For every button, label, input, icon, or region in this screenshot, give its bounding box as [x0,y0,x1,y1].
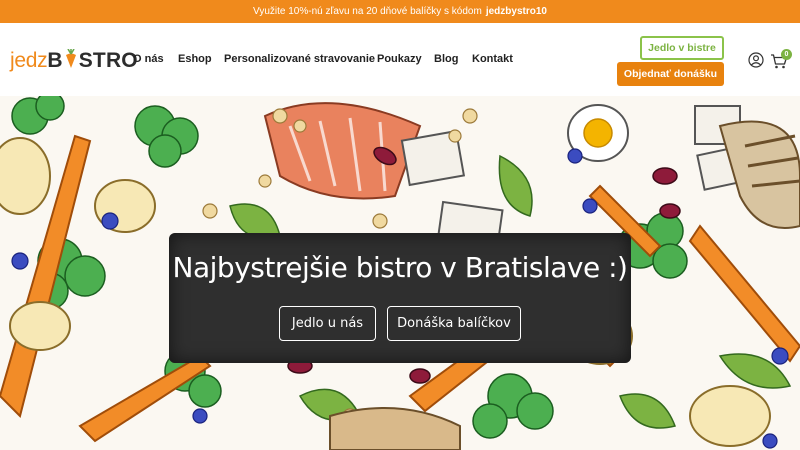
nav-item-blog[interactable]: Blog [434,53,458,65]
bistro-button[interactable]: Jedlo v bistre [640,36,724,60]
hero-section: Najbystrejšie bistro v Bratislave :) Jed… [0,96,800,450]
promo-bar: Využite 10%-nú zľavu na 20 dňové balíčky… [0,0,800,23]
package-delivery-button[interactable]: Donáška balíčkov [387,306,521,341]
site-header: jedz B STRO O nás Eshop Personalizované … [0,23,800,96]
nav-item-vouchers[interactable]: Poukazy [377,53,422,65]
hero-chalkboard: Najbystrejšie bistro v Bratislave :) Jed… [169,233,631,363]
hero-title: Najbystrejšie bistro v Bratislave :) [172,251,628,284]
logo-text-light: jedz [10,49,48,72]
logo-text-bold-2: STRO [78,49,138,72]
cart-count-badge: 0 [781,49,792,60]
nav-item-contact[interactable]: Kontakt [472,53,513,65]
eat-in-button[interactable]: Jedlo u nás [279,306,376,341]
promo-code: jedzbystro10 [485,6,547,17]
nav-item-personalized[interactable]: Personalizované stravovanie [224,53,375,65]
carrot-icon [64,47,78,68]
promo-text: Využite 10%-nú zľavu na 20 dňové balíčky… [253,6,482,17]
logo-text-bold-1: B [47,49,63,72]
user-icon[interactable] [748,52,764,68]
nav-item-about[interactable]: O nás [133,53,164,65]
nav-item-eshop[interactable]: Eshop [178,53,212,65]
site-logo[interactable]: jedz B STRO [10,47,138,73]
order-delivery-button[interactable]: Objednať donášku [617,62,724,86]
